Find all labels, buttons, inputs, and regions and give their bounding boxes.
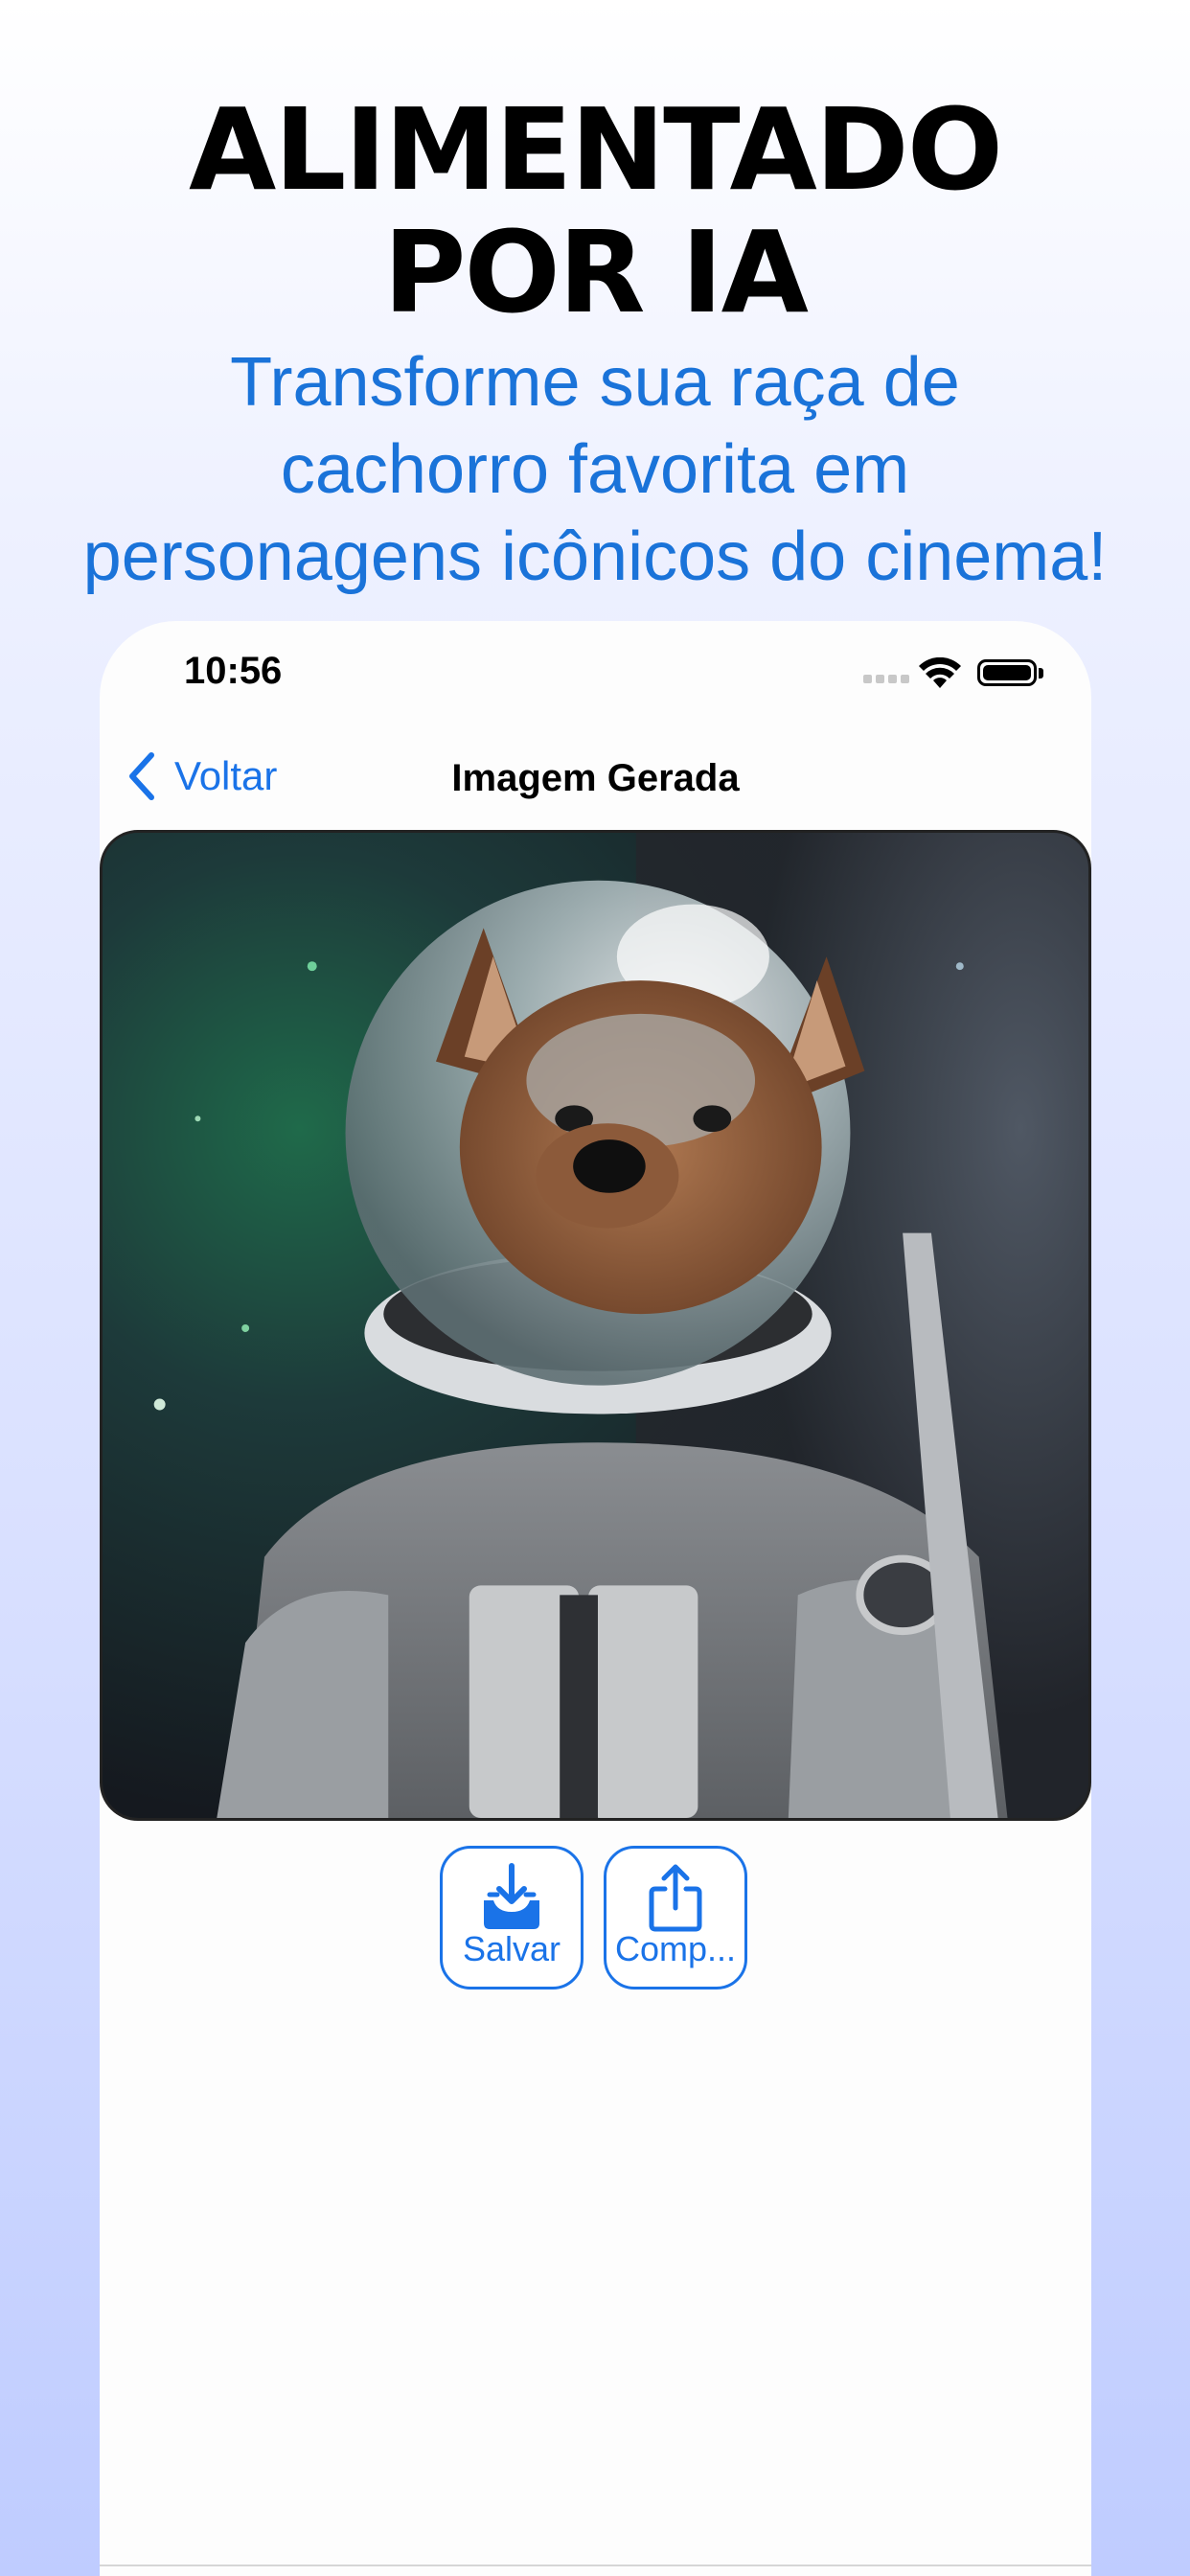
dog-astronaut-image [103,833,1088,1818]
bottom-divider [100,2564,1091,2566]
battery-cap [1039,668,1043,678]
hero-subtitle-line: cachorro favorita em [280,431,910,508]
share-icon [649,1864,702,1932]
action-buttons: Salvar Comp... [100,1846,1091,1999]
battery-icon [977,659,1037,686]
page-title: Imagem Gerada [451,757,740,799]
share-button[interactable]: Comp... [604,1846,747,1990]
hero-title: ALIMENTADO POR IA [0,88,1190,334]
hero-subtitle: Transforme sua raça de cachorro favorita… [0,339,1190,601]
navigation-bar: Voltar Imagem Gerada [100,726,1091,822]
save-download-icon [484,1863,539,1929]
generated-image [100,830,1091,1821]
save-label: Salvar [462,1929,561,1968]
save-button[interactable]: Salvar [440,1846,584,1990]
cellular-signal-icon [863,675,909,683]
hero-subtitle-line: Transforme sua raça de [230,344,960,421]
hero-title-line: POR IA [383,206,809,338]
share-label: Comp... [614,1929,737,1968]
status-time: 10:56 [184,650,283,692]
hero-section: ALIMENTADO POR IA Transforme sua raça de… [0,0,1190,613]
status-bar: 10:56 [100,621,1091,726]
hero-title-line: ALIMENTADO [188,83,1003,216]
hero-subtitle-line: personagens icônicos do cinema! [82,518,1108,595]
phone-screen: 10:56 Voltar Imagem Gerada Salvar Comp..… [100,621,1091,2576]
wifi-icon [919,657,961,688]
